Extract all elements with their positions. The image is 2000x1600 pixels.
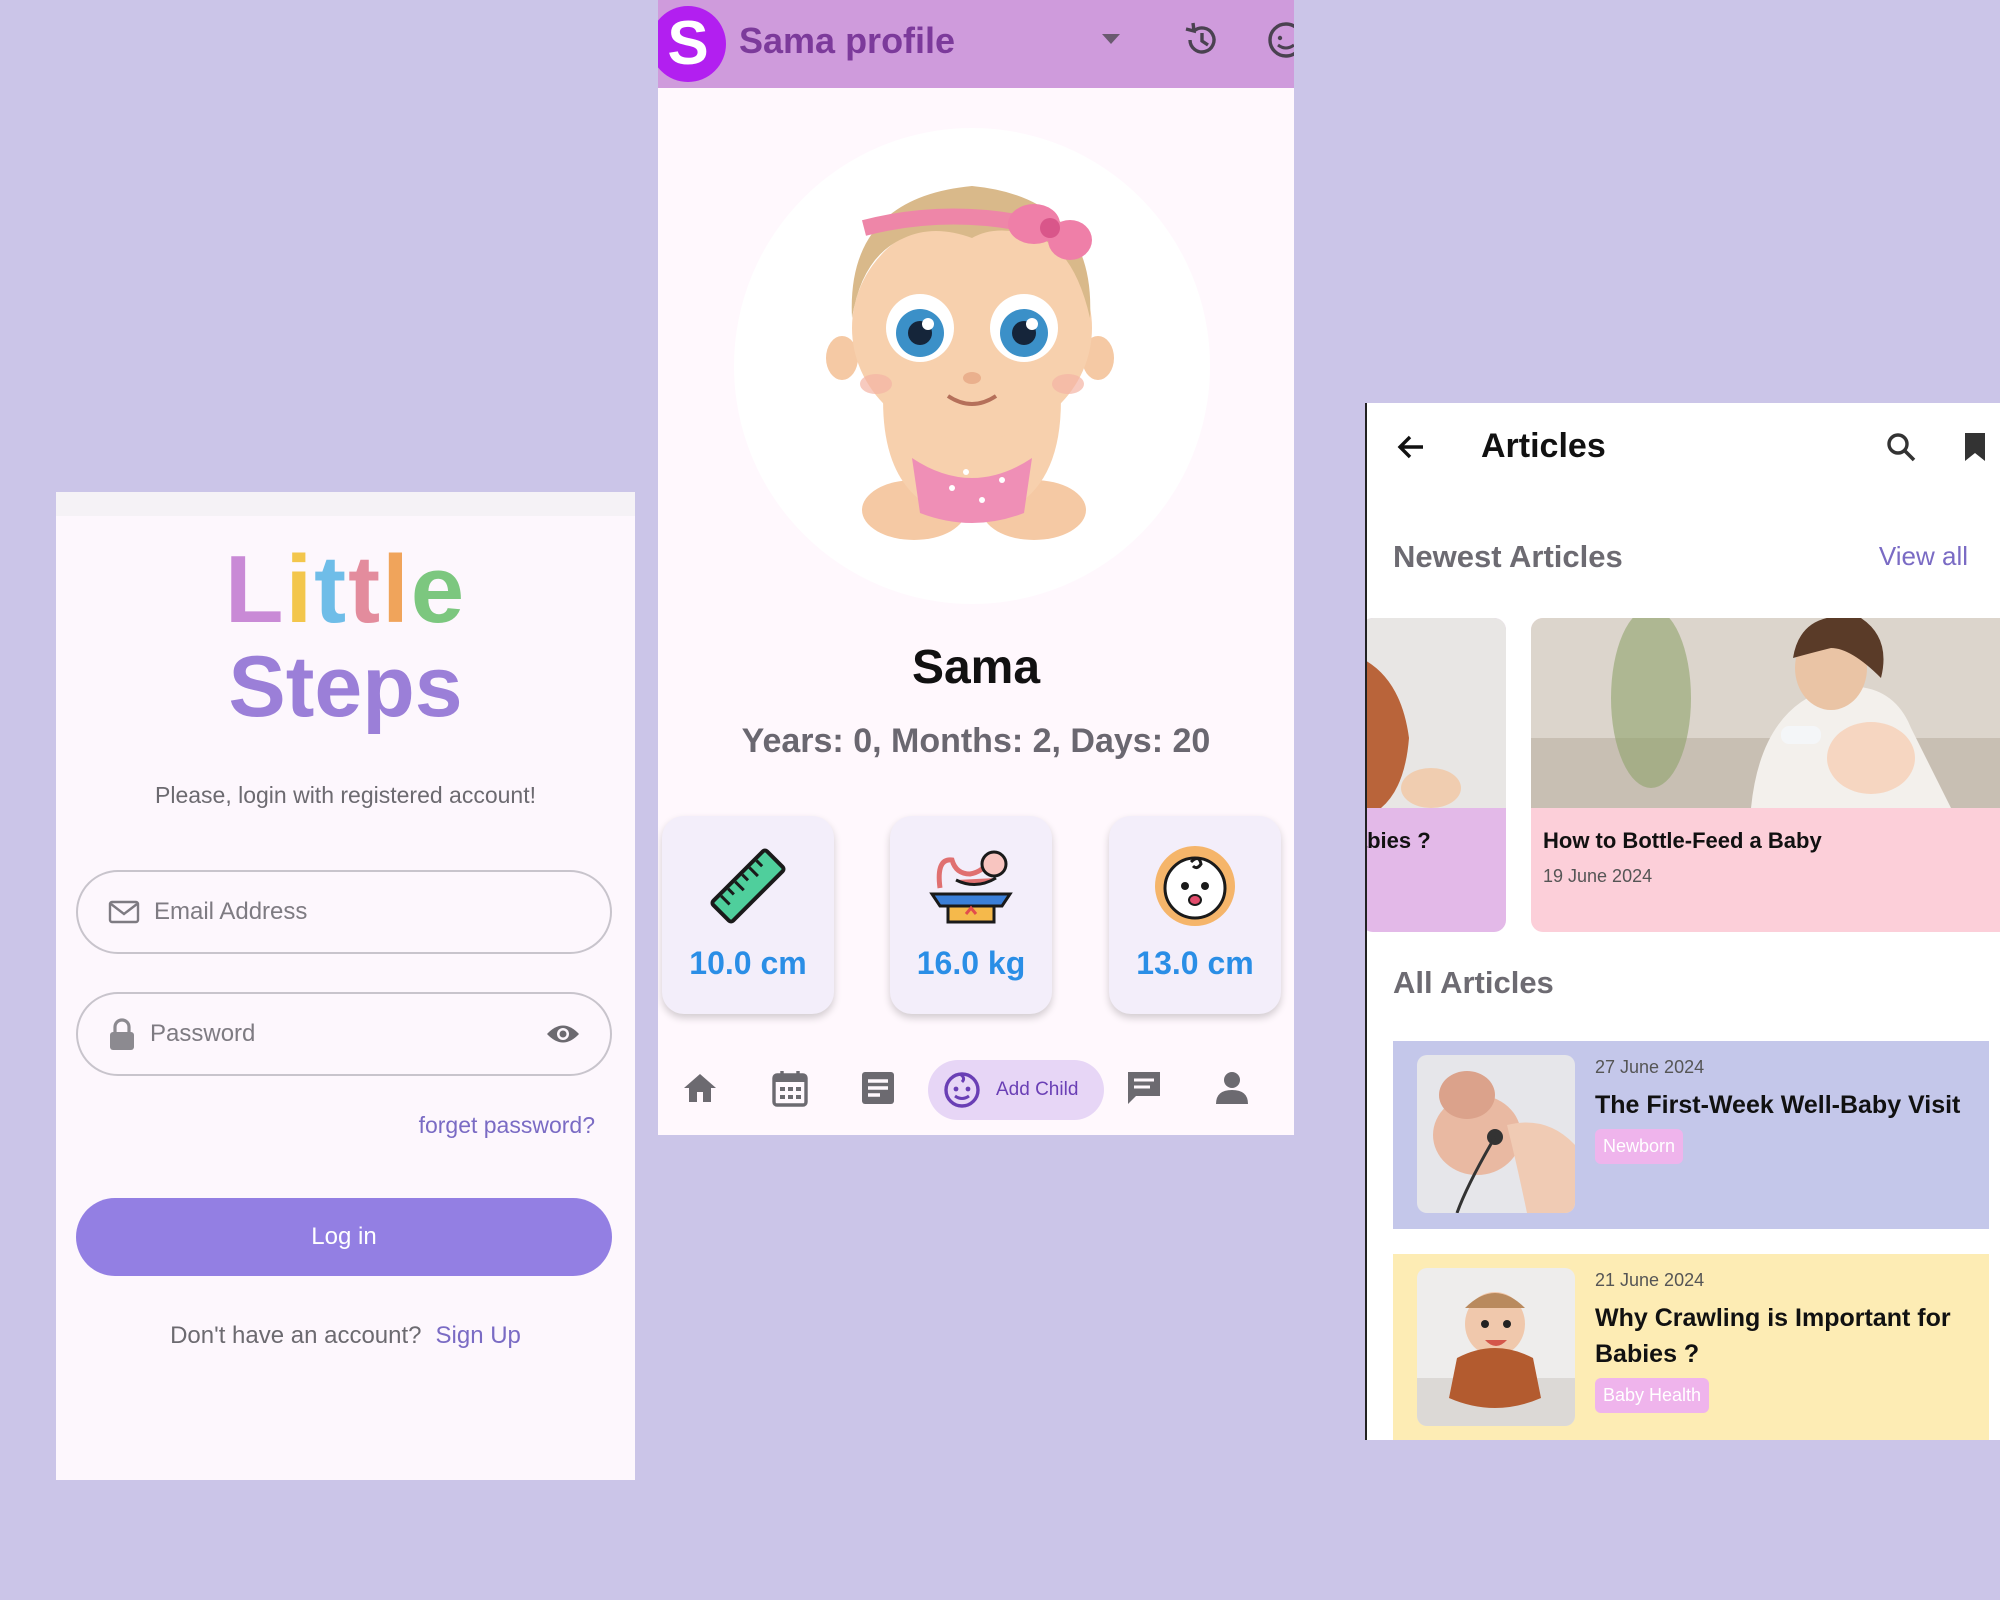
calendar-icon[interactable] <box>770 1068 810 1108</box>
chevron-down-icon[interactable] <box>1100 32 1122 46</box>
head-card[interactable]: 13.0 cm <box>1109 816 1281 1014</box>
article-row[interactable]: 21 June 2024 Why Crawling is Important f… <box>1393 1254 1989 1440</box>
article-image <box>1417 1055 1575 1213</box>
child-age: Years: 0, Months: 2, Days: 20 <box>741 722 1211 760</box>
child-face-icon <box>944 1072 980 1108</box>
article-row[interactable]: 27 June 2024 The First-Week Well-Baby Vi… <box>1393 1041 1989 1229</box>
logo-letter: t <box>314 536 349 643</box>
child-avatar <box>734 128 1210 604</box>
article-tag[interactable]: Newborn <box>1595 1129 1684 1164</box>
newest-article-card[interactable]: Babies ? <box>1367 618 1506 932</box>
search-icon[interactable] <box>1885 431 1917 463</box>
no-account-text: Don't have an account? <box>170 1322 422 1349</box>
login-button[interactable]: Log in <box>76 1198 612 1276</box>
article-title: Why Crawling is Important for Babies ? <box>1595 1304 1951 1368</box>
baby-scale-icon <box>929 850 1013 924</box>
article-image <box>1367 618 1506 808</box>
profile-title[interactable]: Sama profile <box>739 20 955 62</box>
signup-row: Don't have an account? Sign Up <box>56 1322 635 1350</box>
weight-value: 16.0 kg <box>916 945 1026 981</box>
article-thumbnail <box>1417 1268 1575 1426</box>
height-value: 10.0 cm <box>689 945 807 981</box>
profile-badge[interactable]: S <box>658 6 726 82</box>
newest-article-card[interactable]: How to Bottle-Feed a Baby 19 June 2024 <box>1531 618 2000 932</box>
all-articles-heading: All Articles <box>1393 965 1554 1000</box>
add-child-label: Add Child <box>996 1079 1079 1100</box>
article-image <box>1531 618 2000 808</box>
baby-illustration <box>826 186 1114 540</box>
article-date: 27 June 2024 <box>1595 1057 1705 1077</box>
bottom-nav: Add Child <box>658 1042 1294 1135</box>
add-child-button[interactable]: Add Child <box>928 1060 1104 1120</box>
page-title: Articles <box>1481 427 1606 465</box>
article-image <box>1417 1268 1575 1426</box>
person-icon[interactable] <box>1212 1068 1252 1108</box>
child-name: Sama <box>911 641 1041 694</box>
mail-icon <box>108 900 140 924</box>
weight-card[interactable]: 16.0 kg <box>890 816 1052 1014</box>
app-logo-line1: Little <box>56 542 635 638</box>
article-date: 19 June 2024 <box>1543 866 1653 886</box>
child-face-icon[interactable] <box>1266 20 1294 60</box>
forgot-password-link[interactable]: forget password? <box>419 1112 595 1139</box>
newest-heading: Newest Articles <box>1393 539 1623 574</box>
app-bar: S Sama profile <box>658 0 1294 88</box>
articles-screen: Articles Newest Articles View all Babies… <box>1365 403 2000 1440</box>
ruler-icon <box>710 848 786 924</box>
logo-letter: t <box>348 536 383 643</box>
head-value: 13.0 cm <box>1136 945 1254 981</box>
article-title: The First-Week Well-Baby Visit <box>1595 1091 1961 1119</box>
logo-letter: L <box>224 536 286 643</box>
logo-letter: i <box>285 536 315 643</box>
chat-icon[interactable] <box>1124 1068 1164 1108</box>
password-field[interactable] <box>76 992 612 1076</box>
app-logo-line2: Steps <box>228 639 463 735</box>
article-title: Babies ? <box>1367 828 1431 853</box>
logo-letter: l <box>382 536 411 643</box>
password-input[interactable] <box>150 1020 546 1048</box>
article-title: How to Bottle-Feed a Baby <box>1543 828 1822 853</box>
articles-icon[interactable] <box>858 1068 898 1108</box>
status-bar <box>56 492 635 516</box>
view-all-link[interactable]: View all <box>1879 541 1968 572</box>
article-tag[interactable]: Baby Health <box>1595 1378 1710 1413</box>
article-date: 21 June 2024 <box>1595 1270 1705 1290</box>
child-profile-screen: S Sama profile Sama Years: 0, Months: 2,… <box>658 0 1294 1135</box>
home-icon[interactable] <box>680 1068 720 1108</box>
login-screen: Little Steps Please, login with register… <box>56 492 635 1480</box>
logo-letter: e <box>410 536 467 643</box>
email-input[interactable] <box>154 898 580 926</box>
login-prompt: Please, login with registered account! <box>155 782 536 808</box>
baby-face-icon <box>1155 846 1235 926</box>
eye-icon[interactable] <box>546 1023 580 1045</box>
article-thumbnail <box>1417 1055 1575 1213</box>
lock-icon <box>110 1018 134 1050</box>
bookmark-icon[interactable] <box>1961 431 1989 463</box>
signup-link[interactable]: Sign Up <box>436 1322 521 1349</box>
email-field[interactable] <box>76 870 612 954</box>
height-card[interactable]: 10.0 cm <box>662 816 834 1014</box>
history-icon[interactable] <box>1182 20 1222 60</box>
back-arrow-icon[interactable] <box>1395 431 1427 463</box>
